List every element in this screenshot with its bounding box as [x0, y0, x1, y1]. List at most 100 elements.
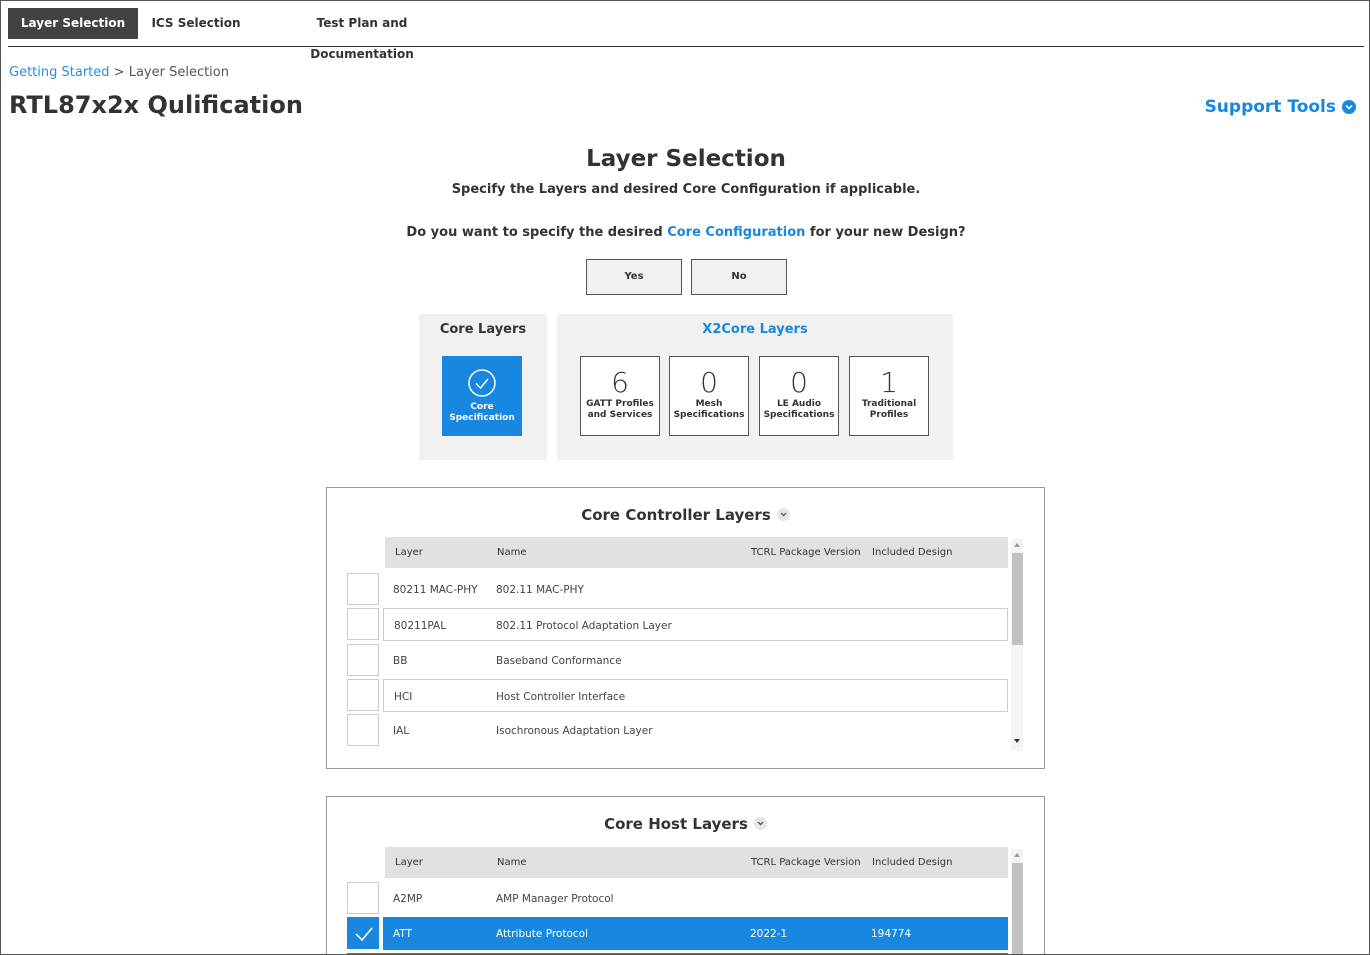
- breadcrumb: Getting Started > Layer Selection: [9, 65, 229, 80]
- row-checkbox[interactable]: [347, 679, 379, 711]
- x2core-layers-title[interactable]: X2Core Layers: [557, 322, 953, 337]
- table-row-selected[interactable]: ATT Attribute Protocol 2022-1 194774: [383, 917, 1008, 950]
- tab-test-plan[interactable]: Test Plan and Documentation: [266, 8, 458, 61]
- row-checkbox[interactable]: [347, 608, 379, 640]
- traditional-label: Traditional Profiles: [850, 399, 928, 421]
- question-text-start: Do you want to specify the desired: [406, 225, 663, 240]
- core-host-layers-box: Core Host Layers Layer Name TCRL Package…: [326, 796, 1045, 954]
- check-circle-icon: [468, 369, 496, 397]
- scroll-up-icon[interactable]: [1013, 541, 1021, 549]
- cell-layer: IAL: [393, 725, 410, 737]
- no-button[interactable]: No: [691, 259, 787, 295]
- cell-name: Baseband Conformance: [496, 655, 622, 667]
- breadcrumb-getting-started[interactable]: Getting Started: [9, 65, 110, 80]
- cell-layer: 80211PAL: [394, 620, 447, 632]
- core-layers-panel: Core Layers Core Specification: [419, 314, 547, 460]
- cell-layer: 80211 MAC-PHY: [393, 584, 478, 596]
- cell-name: Attribute Protocol: [496, 928, 589, 940]
- host-table-header: Layer Name TCRL Package Version Included…: [385, 847, 1008, 878]
- cell-design: 194774: [871, 928, 912, 940]
- row-checkbox[interactable]: [347, 714, 379, 746]
- le-audio-label-line2: Specifications: [763, 410, 835, 420]
- core-layers-title: Core Layers: [439, 322, 527, 337]
- scroll-down-icon[interactable]: [1013, 737, 1021, 745]
- core-host-layers-title: Core Host Layers: [327, 815, 1044, 833]
- table-row[interactable]: HCI Host Controller Interface: [383, 679, 1008, 712]
- mesh-spec-tile[interactable]: 0 Mesh Specifications: [669, 356, 749, 436]
- traditional-label-line2: Profiles: [869, 410, 909, 420]
- core-specification-tile[interactable]: Core Specification: [442, 356, 522, 436]
- core-specification-label: Core Specification: [442, 402, 522, 424]
- cell-layer: HCI: [394, 691, 413, 703]
- traditional-count: 1: [880, 366, 898, 399]
- gatt-label-line1: GATT Profiles: [586, 399, 654, 409]
- gatt-label-line2: and Services: [587, 410, 653, 420]
- traditional-profiles-tile[interactable]: 1 Traditional Profiles: [849, 356, 929, 436]
- core-tile-line1: Core: [470, 402, 494, 412]
- controller-scrollbar[interactable]: [1011, 539, 1023, 751]
- header-design: Included Design: [872, 547, 953, 558]
- header-design: Included Design: [872, 857, 953, 868]
- table-row[interactable]: 80211PAL 802.11 Protocol Adaptation Laye…: [383, 608, 1008, 641]
- core-tile-line2: Specification: [449, 413, 515, 423]
- row-checkbox[interactable]: [347, 882, 379, 914]
- core-controller-layers-title: Core Controller Layers: [327, 506, 1044, 524]
- chevron-down-icon[interactable]: [753, 817, 767, 830]
- mesh-label: Mesh Specifications: [670, 399, 748, 421]
- row-checkbox[interactable]: [347, 644, 379, 676]
- yes-button[interactable]: Yes: [586, 259, 682, 295]
- header-tcrl: TCRL Package Version: [751, 857, 861, 868]
- support-tools-label: Support Tools: [1204, 97, 1336, 117]
- le-audio-label: LE Audio Specifications: [760, 399, 838, 421]
- table-row[interactable]: 80211 MAC-PHY 802.11 MAC-PHY: [383, 573, 1008, 606]
- section-title: Layer Selection: [586, 146, 786, 172]
- core-host-title-text: Core Host Layers: [604, 815, 748, 833]
- table-row[interactable]: IAL Isochronous Adaptation Layer: [383, 714, 1008, 747]
- gatt-profiles-tile[interactable]: 6 GATT Profiles and Services: [580, 356, 660, 436]
- header-name: Name: [497, 547, 527, 558]
- cell-name: 802.11 Protocol Adaptation Layer: [496, 620, 672, 632]
- host-scrollbar[interactable]: [1011, 849, 1023, 954]
- cell-name: Isochronous Adaptation Layer: [496, 725, 653, 737]
- controller-scroll-thumb[interactable]: [1012, 553, 1023, 645]
- section-subtitle: Specify the Layers and desired Core Conf…: [451, 182, 921, 197]
- controller-table-header: Layer Name TCRL Package Version Included…: [385, 537, 1008, 568]
- mesh-label-line2: Specifications: [673, 410, 745, 420]
- le-audio-count: 0: [790, 366, 808, 399]
- gatt-count: 6: [611, 366, 629, 399]
- row-checkbox[interactable]: [347, 573, 379, 605]
- traditional-label-line1: Traditional: [861, 399, 917, 409]
- x2core-layers-panel: X2Core Layers 6 GATT Profiles and Servic…: [557, 314, 953, 460]
- header-tcrl: TCRL Package Version: [751, 547, 861, 558]
- core-config-question: Do you want to specify the desired Core …: [1, 225, 1369, 240]
- core-configuration-link[interactable]: Core Configuration: [667, 225, 805, 240]
- breadcrumb-separator: >: [113, 65, 125, 80]
- table-row[interactable]: A2MP AMP Manager Protocol: [383, 882, 1008, 915]
- cell-tcrl: 2022-1: [750, 928, 788, 940]
- app-window: Layer Selection ICS Selection Test Plan …: [0, 0, 1370, 955]
- mesh-label-line1: Mesh: [695, 399, 723, 409]
- top-tab-bar: Layer Selection ICS Selection Test Plan …: [8, 8, 1364, 61]
- table-row[interactable]: BB Baseband Conformance: [383, 644, 1008, 677]
- scroll-up-icon[interactable]: [1013, 851, 1021, 859]
- core-controller-title-text: Core Controller Layers: [581, 506, 771, 524]
- cell-layer: BB: [393, 655, 408, 667]
- row-checkbox-checked[interactable]: [347, 917, 379, 949]
- cell-layer: A2MP: [393, 893, 423, 905]
- header-layer: Layer: [395, 857, 423, 868]
- cell-name: 802.11 MAC-PHY: [496, 584, 584, 596]
- breadcrumb-current: Layer Selection: [128, 65, 229, 80]
- header-name: Name: [497, 857, 527, 868]
- question-text-end: for your new Design?: [809, 225, 966, 240]
- support-tools-menu[interactable]: Support Tools: [1205, 97, 1356, 117]
- cell-name: AMP Manager Protocol: [496, 893, 614, 905]
- chevron-down-icon[interactable]: [776, 508, 790, 521]
- tab-layer-selection[interactable]: Layer Selection: [8, 8, 138, 39]
- page-title: RTL87x2x Qulification: [9, 91, 303, 119]
- mesh-count: 0: [700, 366, 718, 399]
- chevron-down-icon: [1342, 100, 1356, 114]
- gatt-label: GATT Profiles and Services: [581, 399, 659, 421]
- le-audio-spec-tile[interactable]: 0 LE Audio Specifications: [759, 356, 839, 436]
- host-scroll-thumb[interactable]: [1012, 863, 1023, 954]
- tab-ics-selection[interactable]: ICS Selection: [148, 8, 244, 39]
